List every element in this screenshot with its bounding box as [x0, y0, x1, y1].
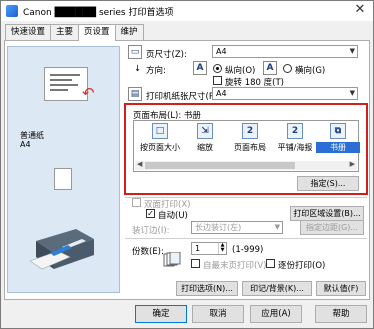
collate-checkbox[interactable]: [266, 259, 275, 268]
close-icon[interactable]: ✕: [353, 3, 367, 17]
layout-scaled[interactable]: ⇲ 缩放: [183, 123, 227, 155]
printer-paper-size-label: 打印机纸张尺寸(R):: [146, 92, 221, 102]
portrait-radio[interactable]: [213, 64, 222, 73]
copies-stack-icon: [163, 252, 181, 267]
specify-margin-button[interactable]: 指定边距(G)...: [300, 220, 364, 235]
help-button[interactable]: 帮助: [315, 305, 367, 323]
printer-paper-size-select[interactable]: A4 ▼: [212, 87, 358, 100]
scroll-left-icon[interactable]: ◀: [137, 160, 142, 168]
layout-fit-to-page[interactable]: □ 按页面大小: [138, 123, 182, 155]
layout-horizontal-scrollbar[interactable]: ◀ ▶: [135, 160, 357, 170]
copies-spinner[interactable]: 1 ▲ ▼: [191, 242, 227, 255]
divider: [125, 238, 367, 239]
printer-illustration-icon: [29, 229, 94, 270]
reverse-order-checkbox[interactable]: [191, 259, 200, 268]
layout-tiling-poster[interactable]: 2 平铺/海报: [273, 123, 317, 155]
layout-item-label: 页面布局: [234, 143, 266, 152]
copies-range: (1-999): [232, 245, 264, 255]
landscape-label: 横向(G): [295, 66, 326, 76]
landscape-icon: A: [263, 61, 277, 75]
tab-main[interactable]: 主要: [50, 24, 80, 40]
layout-booklet[interactable]: ⧉ 书册: [316, 123, 360, 155]
page-size-label: 页尺寸(Z):: [146, 50, 187, 60]
stapling-side-label: 装订边(I):: [132, 226, 170, 236]
orientation-arrow-icon: ↓: [134, 64, 142, 74]
page-size-select[interactable]: A4 ▼: [212, 45, 358, 58]
collate-label: 逐份打印(O): [278, 261, 326, 271]
scrollbar-thumb[interactable]: [145, 162, 295, 169]
defaults-button[interactable]: 默认值(F): [316, 281, 366, 296]
landscape-radio[interactable]: [283, 64, 292, 73]
layout-item-label: 缩放: [197, 143, 213, 152]
duplex-checkbox[interactable]: [132, 198, 141, 207]
stapling-side-select[interactable]: 长边装订(左) ▼: [191, 221, 283, 234]
tab-strip: 快速设置 主要 页设置 维护: [5, 24, 144, 41]
tab-page-setup[interactable]: 页设置: [78, 24, 116, 41]
reverse-order-label: 自最末页打印(V): [203, 261, 267, 271]
print-area-setup-button[interactable]: 打印区域设置(B)...: [290, 206, 364, 221]
spin-arrows-icon[interactable]: ▲ ▼: [218, 243, 226, 254]
layout-item-label: 书册: [316, 142, 360, 153]
page-layout-group: 页面布局(L): 书册 □ 按页面大小 ⇲ 缩放 2 页面布局 2 平铺/海报 …: [124, 103, 368, 195]
auto-duplex-label: 自动(U): [158, 211, 188, 221]
preview-paper-size: A4: [20, 140, 31, 149]
copies-label: 份数(E):: [132, 247, 164, 257]
rotate-180-checkbox[interactable]: [213, 76, 222, 85]
page-icon: [54, 168, 72, 190]
apply-button[interactable]: 应用(A): [250, 305, 302, 323]
print-preferences-window: Canon ██████ series 打印首选项 ✕ 快速设置 主要 页设置 …: [0, 0, 374, 329]
portrait-icon: A: [193, 61, 207, 75]
tab-quick-setup[interactable]: 快速设置: [5, 24, 52, 40]
settings-preview: ↶ 普通纸 A4: [7, 46, 120, 293]
page-layout-list: □ 按页面大小 ⇲ 缩放 2 页面布局 2 平铺/海报 ⧉ 书册 ◀ ▶: [133, 120, 360, 172]
scale-icon: ⇲: [197, 123, 213, 139]
layout-item-label: 按页面大小: [140, 143, 180, 152]
layout-item-label: 平铺/海报: [277, 143, 313, 152]
auto-duplex-checkbox[interactable]: ✓: [146, 209, 155, 218]
window-title: Canon ██████ series 打印首选项: [23, 7, 174, 18]
print-options-button[interactable]: 打印选项(N)...: [176, 281, 238, 296]
orientation-label: 方向:: [146, 66, 166, 76]
page-size-icon: ▭: [128, 45, 142, 59]
layout-page-layout[interactable]: 2 页面布局: [228, 123, 272, 155]
tab-maintenance[interactable]: 维护: [114, 24, 144, 40]
page-layout-icon: 2: [242, 123, 258, 139]
printer-app-icon: [6, 5, 18, 17]
title-bar: Canon ██████ series 打印首选项 ✕: [1, 1, 373, 21]
fit-to-page-icon: □: [152, 123, 168, 139]
booklet-icon: ⧉: [330, 123, 346, 139]
chevron-down-icon: ▼: [349, 47, 355, 55]
ok-button[interactable]: 确定: [135, 305, 187, 323]
cancel-button[interactable]: 取消: [192, 305, 244, 323]
chevron-down-icon: ▼: [349, 89, 355, 97]
specify-button[interactable]: 指定(S)...: [297, 176, 359, 191]
scroll-right-icon[interactable]: ▶: [350, 160, 355, 168]
portrait-label: 纵向(O): [225, 66, 256, 76]
printer-paper-icon: ▤: [128, 87, 142, 101]
chevron-down-icon: ▼: [274, 223, 280, 231]
poster-icon: 2: [287, 123, 303, 139]
rotate-arrow-icon: ↶: [82, 84, 95, 102]
stamp-background-button[interactable]: 印记/背景(K)...: [242, 281, 312, 296]
